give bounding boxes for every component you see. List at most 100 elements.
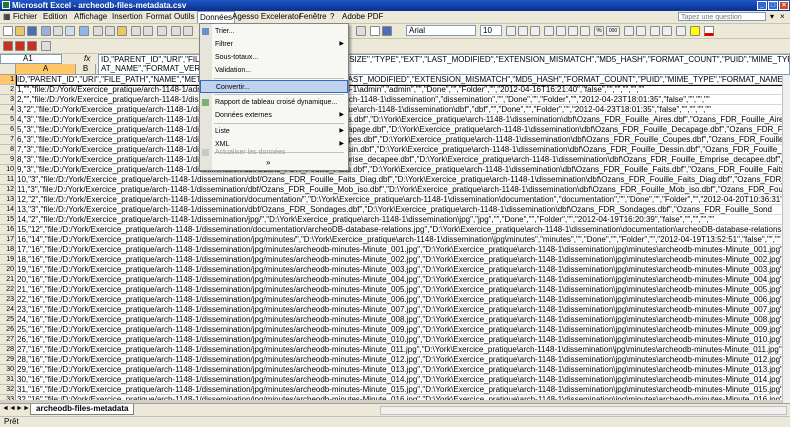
sheet-tab[interactable]: archeodb-files-metadata [30, 404, 135, 415]
cell-a[interactable]: 5,"3","file:/D:/York/Exercice_pratique/a… [17, 125, 790, 135]
redo-icon[interactable] [143, 26, 153, 36]
percent-style-button[interactable]: % [594, 26, 604, 36]
cell-a[interactable]: 12,"2","file:/D:/York/Exercice_pratique/… [17, 195, 790, 205]
menu-agesso-excelerator[interactable]: Agesso Excelerator [230, 12, 303, 22]
cell-a[interactable]: 15,"12","file:/D:/York/Exercice_pratique… [17, 225, 790, 235]
menu-affichage[interactable]: Affichage [72, 12, 109, 22]
cell-a[interactable]: 16,"14","file:/D:/York/Exercice_pratique… [17, 235, 790, 245]
cell-a[interactable]: 18,"16","file:/D:/York/Exercice_pratique… [17, 255, 790, 265]
row-header[interactable]: 16 [0, 225, 16, 235]
cell-a[interactable]: 6,"3","file:/D:/York/Exercice_pratique/a… [17, 135, 790, 145]
increase-decimal-icon[interactable] [624, 26, 634, 36]
row-header[interactable]: 33 [0, 395, 16, 400]
decrease-indent-icon[interactable] [650, 26, 660, 36]
row-header[interactable]: 23 [0, 295, 16, 305]
fill-color-icon[interactable] [690, 26, 700, 36]
undo-icon[interactable] [131, 26, 141, 36]
select-all-corner[interactable] [0, 64, 16, 74]
chart-wizard-icon[interactable] [356, 26, 366, 36]
menu-outils[interactable]: Outils [172, 12, 196, 22]
row-header[interactable]: 30 [0, 365, 16, 375]
row-header[interactable]: 22 [0, 285, 16, 295]
cell-a[interactable]: 21,"16","file:/D:/York/Exercice_pratique… [17, 285, 790, 295]
row-header[interactable]: 11 [0, 175, 16, 185]
cut-icon[interactable] [93, 26, 103, 36]
document-close-icon[interactable]: × [780, 12, 785, 21]
row-header[interactable]: 1 [0, 75, 16, 85]
row-header[interactable]: 9 [0, 155, 16, 165]
pdf-review-icon[interactable] [27, 41, 37, 51]
cell-a[interactable]: 7,"3","file:/D:/York/Exercice_pratique/a… [17, 145, 790, 155]
row-header[interactable]: 31 [0, 375, 16, 385]
row-header[interactable]: 21 [0, 275, 16, 285]
menu-format[interactable]: Format [144, 12, 173, 22]
row-header[interactable]: 29 [0, 355, 16, 365]
print-icon[interactable] [53, 26, 63, 36]
cell-a[interactable]: 11,"3","file:/D:/York/Exercice_pratique/… [17, 185, 790, 195]
last-sheet-icon[interactable]: ► [23, 405, 30, 412]
font-size-select[interactable]: 10 [480, 25, 502, 36]
cell-a[interactable]: 1,"","file:/D:/York/Exercice_pratique/ar… [17, 85, 790, 95]
row-header[interactable]: 8 [0, 145, 16, 155]
cell-a[interactable]: 8,"3","file:/D:/York/Exercice_pratique/a… [17, 155, 790, 165]
row-header[interactable]: 15 [0, 215, 16, 225]
cell-a[interactable]: 3,"2","file:/D:/York/Exercice_pratique/a… [17, 105, 790, 115]
expand-menu-icon[interactable]: » [266, 158, 270, 167]
row-header[interactable]: 26 [0, 325, 16, 335]
pdf-convert-icon[interactable] [3, 41, 13, 51]
row-header[interactable]: 5 [0, 115, 16, 125]
cell-a[interactable]: 9,"3","file:/D:/York/Exercice_pratique/a… [17, 165, 790, 175]
cell-a[interactable]: 23,"16","file:/D:/York/Exercice_pratique… [17, 305, 790, 315]
cell-a[interactable]: 2,"","file:/D:/York/Exercice_pratique/ar… [17, 95, 790, 105]
menu-help[interactable]: ? [328, 12, 336, 22]
cell-a[interactable]: ID,"PARENT_ID","URI","FILE_PATH","NAME",… [16, 75, 790, 86]
copy-icon[interactable] [105, 26, 115, 36]
cell-a[interactable]: 24,"16","file:/D:/York/Exercice_pratique… [17, 315, 790, 325]
align-center-icon[interactable] [556, 26, 566, 36]
cell-a[interactable]: 25,"16","file:/D:/York/Exercice_pratique… [17, 325, 790, 335]
cell-a[interactable]: 26,"16","file:/D:/York/Exercice_pratique… [17, 335, 790, 345]
menu-fenetre[interactable]: Fenêtre [297, 12, 329, 22]
hyperlink-icon[interactable] [157, 26, 167, 36]
menu-item-sous-totaux[interactable]: Sous-totaux... [200, 51, 348, 64]
help-dropdown-icon[interactable]: ▾ [770, 12, 774, 21]
help-question-input[interactable]: Tapez une question [678, 12, 766, 21]
autosum-icon[interactable] [171, 26, 181, 36]
minimize-button[interactable]: _ [757, 1, 767, 10]
next-sheet-icon[interactable]: ► [16, 405, 23, 412]
cell-a[interactable]: 30,"16","file:/D:/York/Exercice_pratique… [17, 375, 790, 385]
prev-sheet-icon[interactable]: ◄ [9, 405, 16, 412]
align-left-icon[interactable] [544, 26, 554, 36]
row-header[interactable]: 2 [0, 85, 16, 95]
underline-icon[interactable] [530, 26, 540, 36]
spelling-icon[interactable] [79, 26, 89, 36]
menu-adobe-pdf[interactable]: Adobe PDF [340, 12, 385, 22]
vertical-scrollbar[interactable] [782, 64, 790, 403]
cell-a[interactable]: 14,"2","file:/D:/York/Exercice_pratique/… [17, 215, 790, 225]
cell-a[interactable]: 27,"16","file:/D:/York/Exercice_pratique… [17, 345, 790, 355]
toolbar-extra-icon[interactable] [41, 41, 51, 51]
row-header[interactable]: 7 [0, 135, 16, 145]
help-icon[interactable] [382, 26, 392, 36]
open-icon[interactable] [15, 26, 25, 36]
menu-item-liste[interactable]: Liste ▶ [200, 125, 348, 138]
menu-item-rapport-tableau-croise[interactable]: Rapport de tableau croisé dynamique... [200, 96, 348, 109]
horizontal-scrollbar[interactable] [380, 406, 787, 415]
menu-item-filtrer[interactable]: Filtrer ▶ [200, 38, 348, 51]
cell-a[interactable]: 4,"3","file:/D:/York/Exercice_pratique/a… [17, 115, 790, 125]
row-header[interactable]: 12 [0, 185, 16, 195]
italic-icon[interactable] [518, 26, 528, 36]
fx-icon[interactable]: fx [84, 54, 90, 64]
align-right-icon[interactable] [568, 26, 578, 36]
print-preview-icon[interactable] [65, 26, 75, 36]
menu-insertion[interactable]: Insertion [110, 12, 145, 22]
cell-a[interactable]: 13,"3","file:/D:/York/Exercice_pratique/… [17, 205, 790, 215]
row-header[interactable]: 27 [0, 335, 16, 345]
row-header[interactable]: 17 [0, 235, 16, 245]
save-icon[interactable] [27, 26, 37, 36]
cell-a[interactable]: 29,"16","file:/D:/York/Exercice_pratique… [17, 365, 790, 375]
decrease-decimal-icon[interactable] [636, 26, 646, 36]
close-button[interactable]: × [779, 1, 789, 10]
maximize-button[interactable]: □ [768, 1, 778, 10]
cell-a[interactable]: 20,"16","file:/D:/York/Exercice_pratique… [17, 275, 790, 285]
